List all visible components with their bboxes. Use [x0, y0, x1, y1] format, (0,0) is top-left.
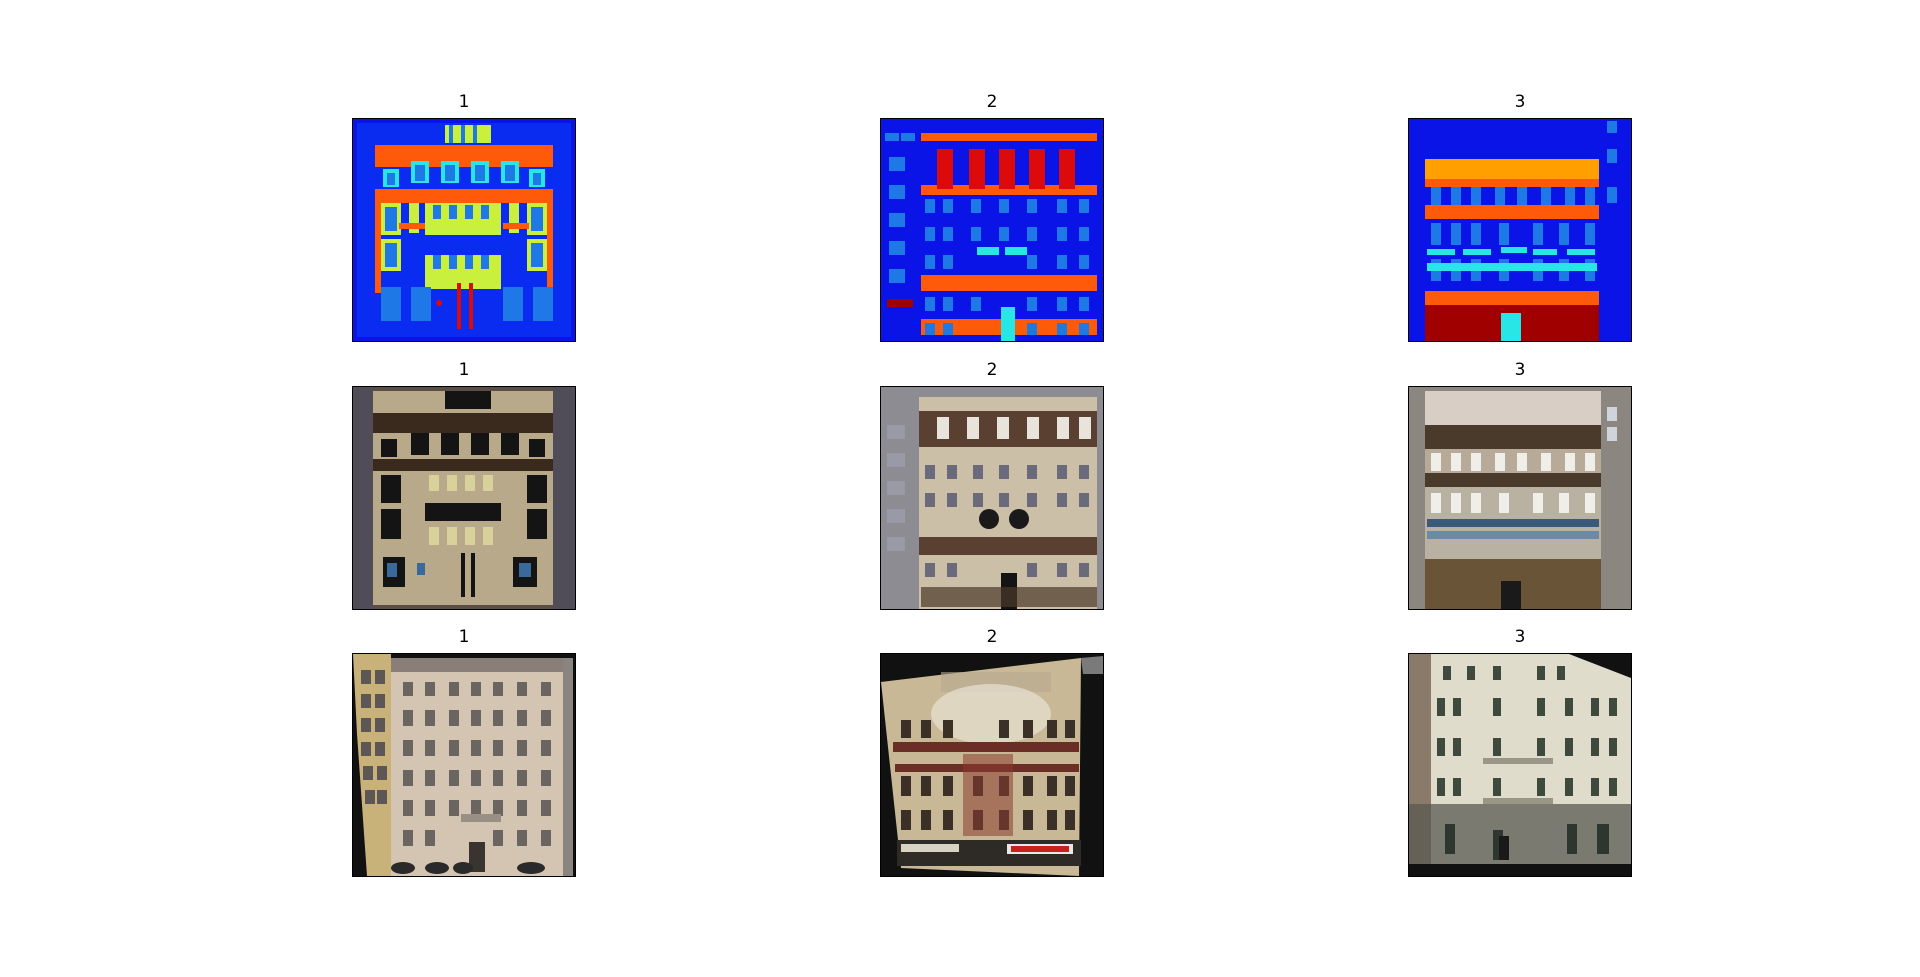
panel-photo-1: 1	[352, 627, 576, 877]
panel-label-map-3: 3	[1408, 92, 1632, 342]
panel-title: 3	[1514, 360, 1526, 380]
facade-label-map-graphic	[353, 119, 575, 341]
generated-facade-image	[1408, 386, 1632, 610]
panel-photo-3: 3	[1408, 627, 1632, 877]
panel-generated-2: 2	[880, 360, 1104, 610]
generated-facade-graphic	[881, 387, 1103, 609]
panel-generated-1: 1	[352, 360, 576, 610]
panel-title: 1	[458, 92, 470, 112]
facade-photo-graphic	[881, 654, 1103, 876]
panel-photo-2: 2	[880, 627, 1104, 877]
facade-photo-image	[880, 653, 1104, 877]
facade-photo-graphic	[1409, 654, 1631, 876]
generated-facade-image	[352, 386, 576, 610]
label-map-image	[1408, 118, 1632, 342]
panel-title: 1	[458, 627, 470, 647]
generated-facade-image	[880, 386, 1104, 610]
panel-label-map-1: 1	[352, 92, 576, 342]
generated-facade-graphic	[353, 387, 575, 609]
panel-label-map-2: 2	[880, 92, 1104, 342]
panel-title: 2	[986, 360, 998, 380]
label-map-image	[352, 118, 576, 342]
facade-photo-image	[352, 653, 576, 877]
facade-photo-image	[1408, 653, 1632, 877]
panel-generated-3: 3	[1408, 360, 1632, 610]
facade-photo-graphic	[353, 654, 575, 876]
label-map-image	[880, 118, 1104, 342]
panel-title: 3	[1514, 627, 1526, 647]
facade-label-map-graphic	[881, 119, 1103, 341]
generated-facade-graphic	[1409, 387, 1631, 609]
panel-title: 2	[986, 627, 998, 647]
panel-title: 1	[458, 360, 470, 380]
facade-label-map-graphic	[1409, 119, 1631, 341]
panel-title: 2	[986, 92, 998, 112]
panel-title: 3	[1514, 92, 1526, 112]
